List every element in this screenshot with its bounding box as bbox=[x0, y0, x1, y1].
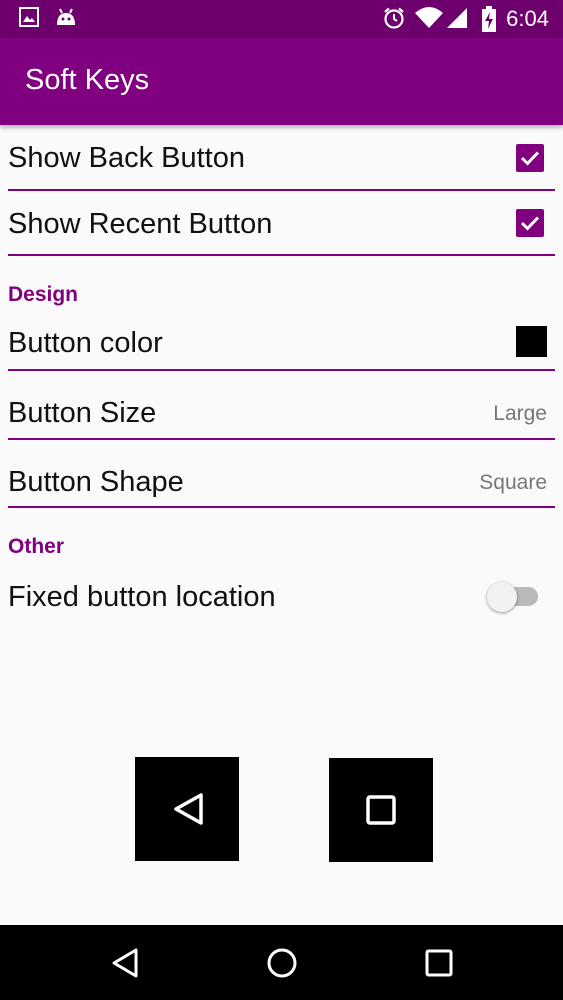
pref-fixed-button-location[interactable]: Fixed button location bbox=[8, 560, 555, 634]
category-other: Other bbox=[8, 535, 65, 558]
pref-button-color[interactable]: Button color bbox=[8, 310, 555, 371]
pref-show-back-label: Show Back Button bbox=[8, 142, 245, 174]
pref-button-color-label: Button color bbox=[8, 327, 163, 359]
pref-show-recent-label: Show Recent Button bbox=[8, 208, 273, 240]
navigation-bar bbox=[0, 925, 563, 1000]
pref-button-shape-value: Square bbox=[479, 471, 547, 494]
pref-button-size-label: Button Size bbox=[8, 397, 157, 429]
checkmark-icon bbox=[520, 216, 540, 231]
nav-recents-button[interactable] bbox=[421, 945, 457, 986]
show-back-checkbox[interactable] bbox=[516, 144, 544, 172]
nav-back-button[interactable] bbox=[108, 945, 144, 986]
button-color-swatch bbox=[516, 326, 547, 357]
pref-button-shape[interactable]: Button Shape Square bbox=[8, 440, 555, 508]
pref-button-size[interactable]: Button Size Large bbox=[8, 371, 555, 440]
app-bar: Soft Keys bbox=[0, 38, 563, 125]
status-bar: 6:04 bbox=[0, 0, 563, 38]
show-recent-checkbox[interactable] bbox=[516, 209, 544, 237]
nav-home-button[interactable] bbox=[264, 945, 300, 986]
fixed-location-switch-thumb[interactable] bbox=[487, 582, 517, 612]
battery-charging-icon bbox=[481, 6, 497, 37]
page-title: Soft Keys bbox=[25, 64, 150, 96]
recent-apps-icon bbox=[366, 795, 396, 825]
back-icon bbox=[112, 948, 138, 978]
preview-recent-key[interactable] bbox=[329, 758, 433, 862]
pref-button-shape-label: Button Shape bbox=[8, 466, 184, 498]
pref-show-recent-button[interactable]: Show Recent Button bbox=[8, 191, 555, 256]
wifi-icon bbox=[414, 7, 444, 34]
checkmark-icon bbox=[520, 151, 540, 166]
recents-icon bbox=[425, 949, 453, 977]
preview-back-key[interactable] bbox=[135, 757, 239, 861]
home-icon bbox=[267, 948, 297, 978]
signal-icon bbox=[446, 8, 468, 33]
alarm-icon bbox=[382, 6, 406, 35]
back-icon bbox=[174, 793, 203, 825]
pref-button-size-value: Large bbox=[493, 402, 547, 425]
pref-show-back-button[interactable]: Show Back Button bbox=[8, 128, 555, 191]
android-notification-icon bbox=[55, 7, 77, 32]
status-time: 6:04 bbox=[506, 6, 549, 31]
image-notification-icon bbox=[19, 7, 39, 32]
pref-fixed-location-label: Fixed button location bbox=[8, 581, 276, 613]
category-design: Design bbox=[8, 283, 79, 306]
